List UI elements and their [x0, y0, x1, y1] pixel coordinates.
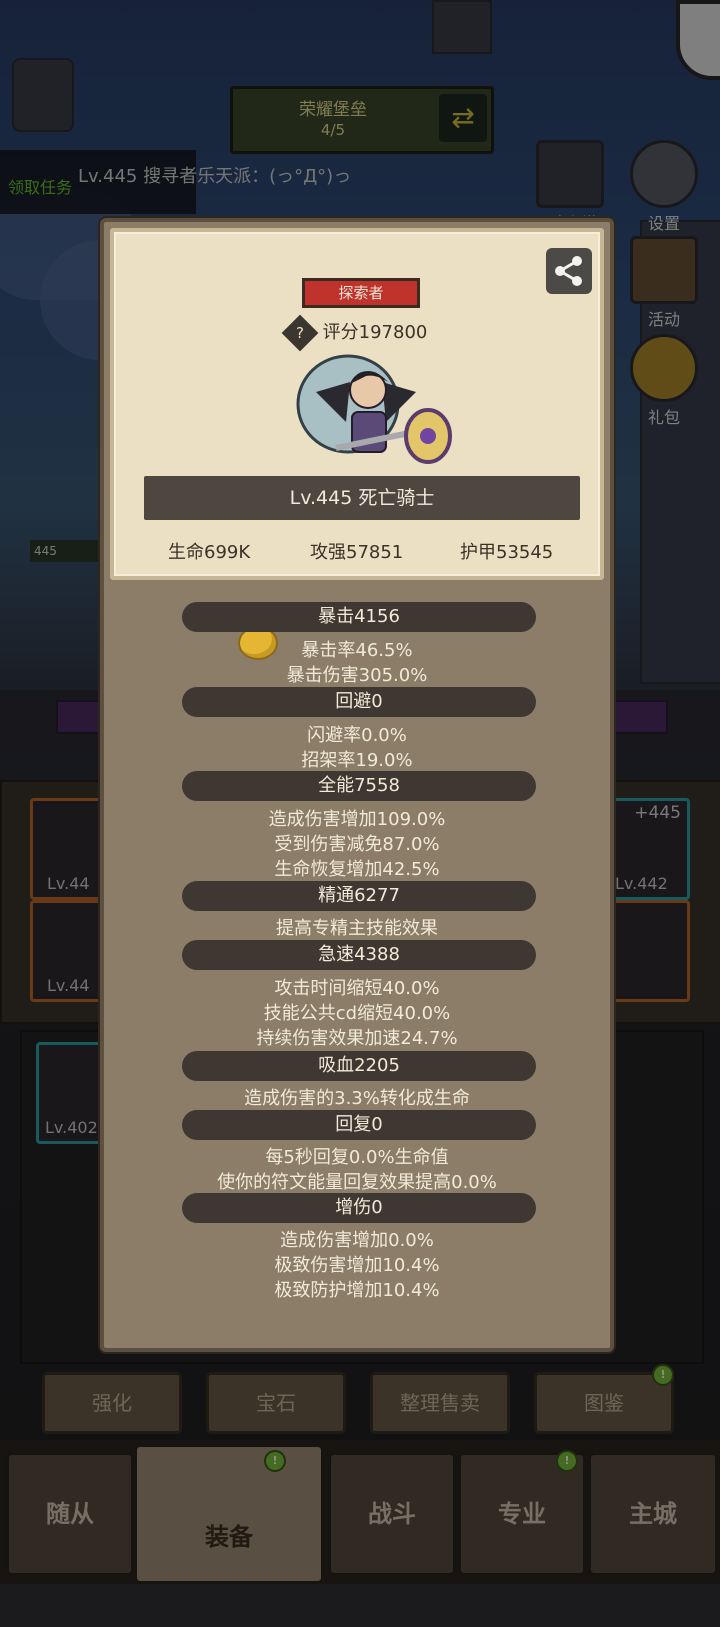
stat-line: 造成伤害增加0.0%	[280, 1230, 434, 1251]
stat-line: 暴击伤害305.0%	[286, 665, 428, 686]
stat-line: 闪避率0.0%	[307, 725, 407, 746]
hp-stat: 生命699K	[168, 542, 251, 563]
armor-stat: 护甲53545	[460, 542, 554, 563]
character-name-bar: Lv.445 死亡骑士	[144, 476, 580, 520]
stat-line: 极致防护增加10.4%	[274, 1280, 440, 1301]
stat-line: 极致伤害增加10.4%	[274, 1255, 440, 1276]
section-header-crit: 暴击4156	[182, 602, 536, 632]
section-header-mastery: 精通6277	[182, 881, 536, 911]
help-icon[interactable]: ?	[281, 314, 319, 352]
character-stats-panel: 探索者 ? 评分197800 Lv.445 死亡骑士 生命699K 攻强57851…	[100, 218, 614, 1352]
score-row: ? 评分197800	[114, 314, 600, 352]
stat-line: 提高专精主技能效果	[276, 918, 438, 939]
share-icon	[555, 256, 582, 286]
stat-line: 每5秒回复0.0%生命值	[265, 1147, 449, 1168]
stat-line: 造成伤害的3.3%转化成生命	[244, 1088, 470, 1109]
stat-line: 技能公共cd缩短40.0%	[263, 1003, 451, 1024]
title-badge: 探索者	[302, 278, 420, 308]
stat-line: 攻击时间缩短40.0%	[274, 978, 440, 999]
death-knight-avatar	[296, 354, 452, 464]
stat-line: 使你的符文能量回复效果提高0.0%	[217, 1172, 497, 1193]
section-header-lifesteal: 吸血2205	[182, 1051, 536, 1081]
section-header-damage-bonus: 增伤0	[182, 1193, 536, 1223]
stat-line: 生命恢复增加42.5%	[274, 859, 440, 880]
score-value: 评分197800	[322, 322, 428, 343]
attack-stat: 攻强57851	[310, 542, 404, 563]
section-header-regen: 回复0	[182, 1110, 536, 1140]
share-button[interactable]	[546, 248, 592, 294]
section-header-versatility: 全能7558	[182, 771, 536, 801]
stat-line: 暴击率46.5%	[301, 640, 413, 661]
stat-line: 造成伤害增加109.0%	[268, 809, 446, 830]
stat-line: 受到伤害减免87.0%	[274, 834, 440, 855]
stat-line: 持续伤害效果加速24.7%	[256, 1028, 458, 1049]
character-card: 探索者 ? 评分197800 Lv.445 死亡骑士 生命699K 攻强57851…	[110, 228, 604, 580]
section-header-evade: 回避0	[182, 687, 536, 717]
stat-line: 招架率19.0%	[301, 750, 413, 771]
section-header-haste: 急速4388	[182, 940, 536, 970]
